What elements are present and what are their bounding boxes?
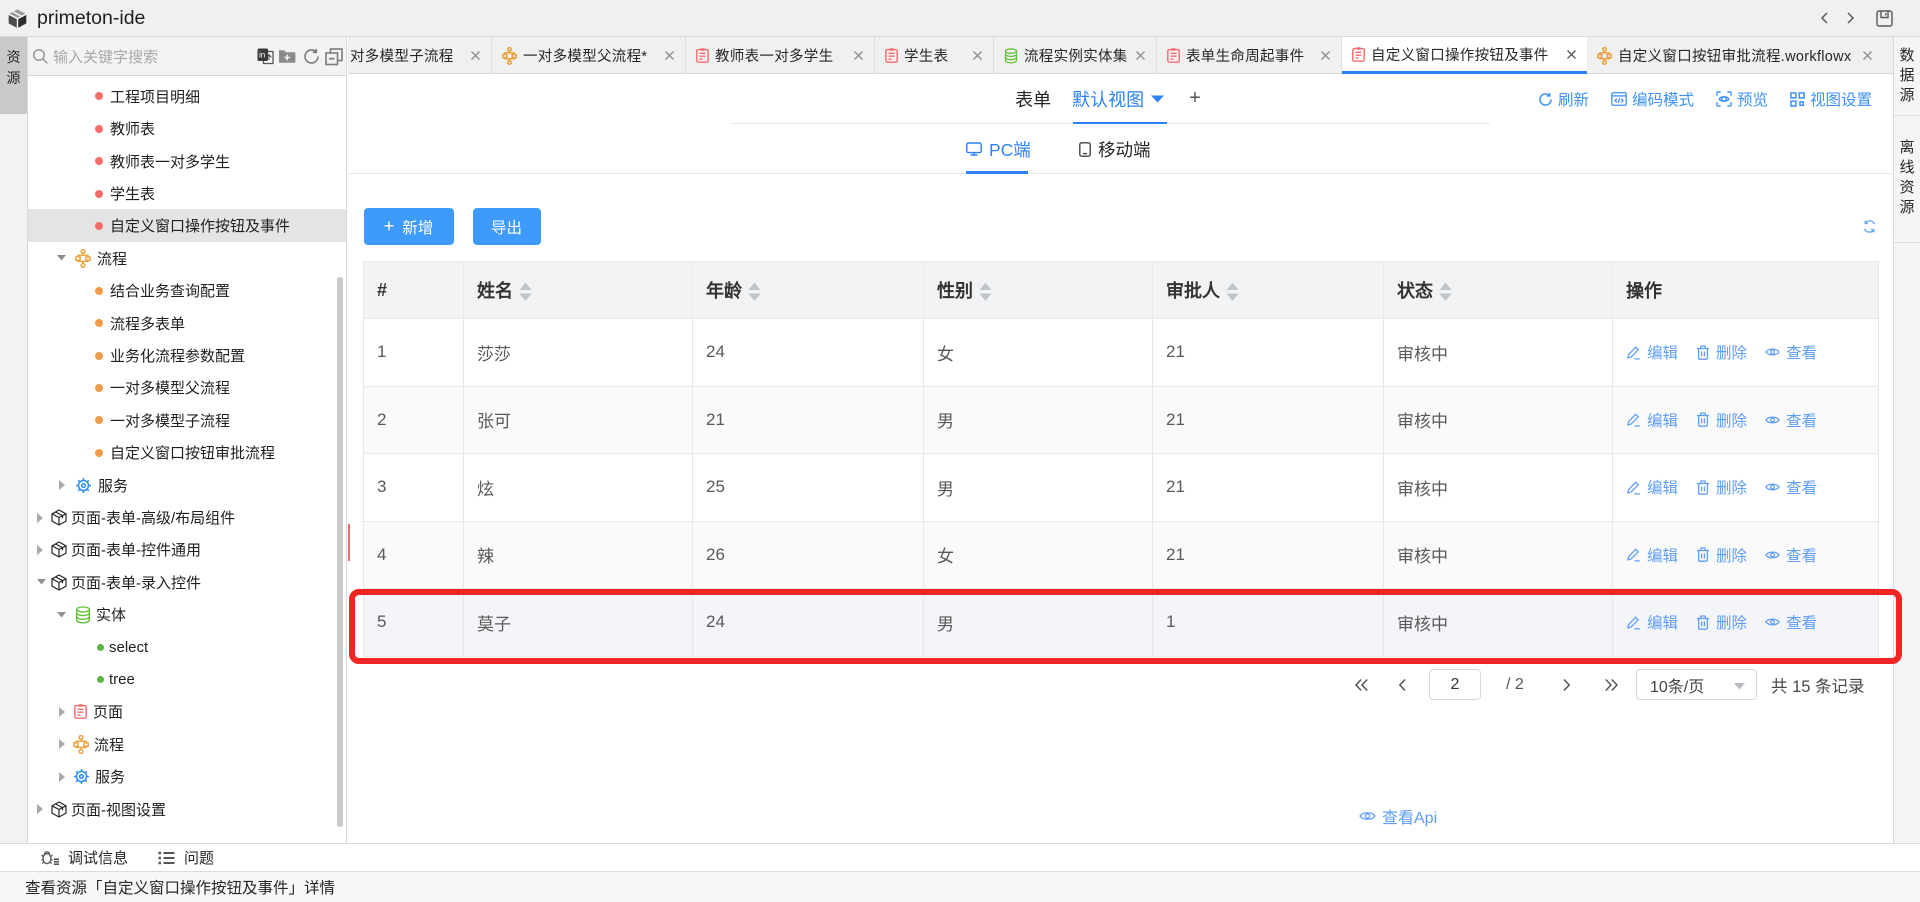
svg-text:in: in	[259, 51, 265, 60]
